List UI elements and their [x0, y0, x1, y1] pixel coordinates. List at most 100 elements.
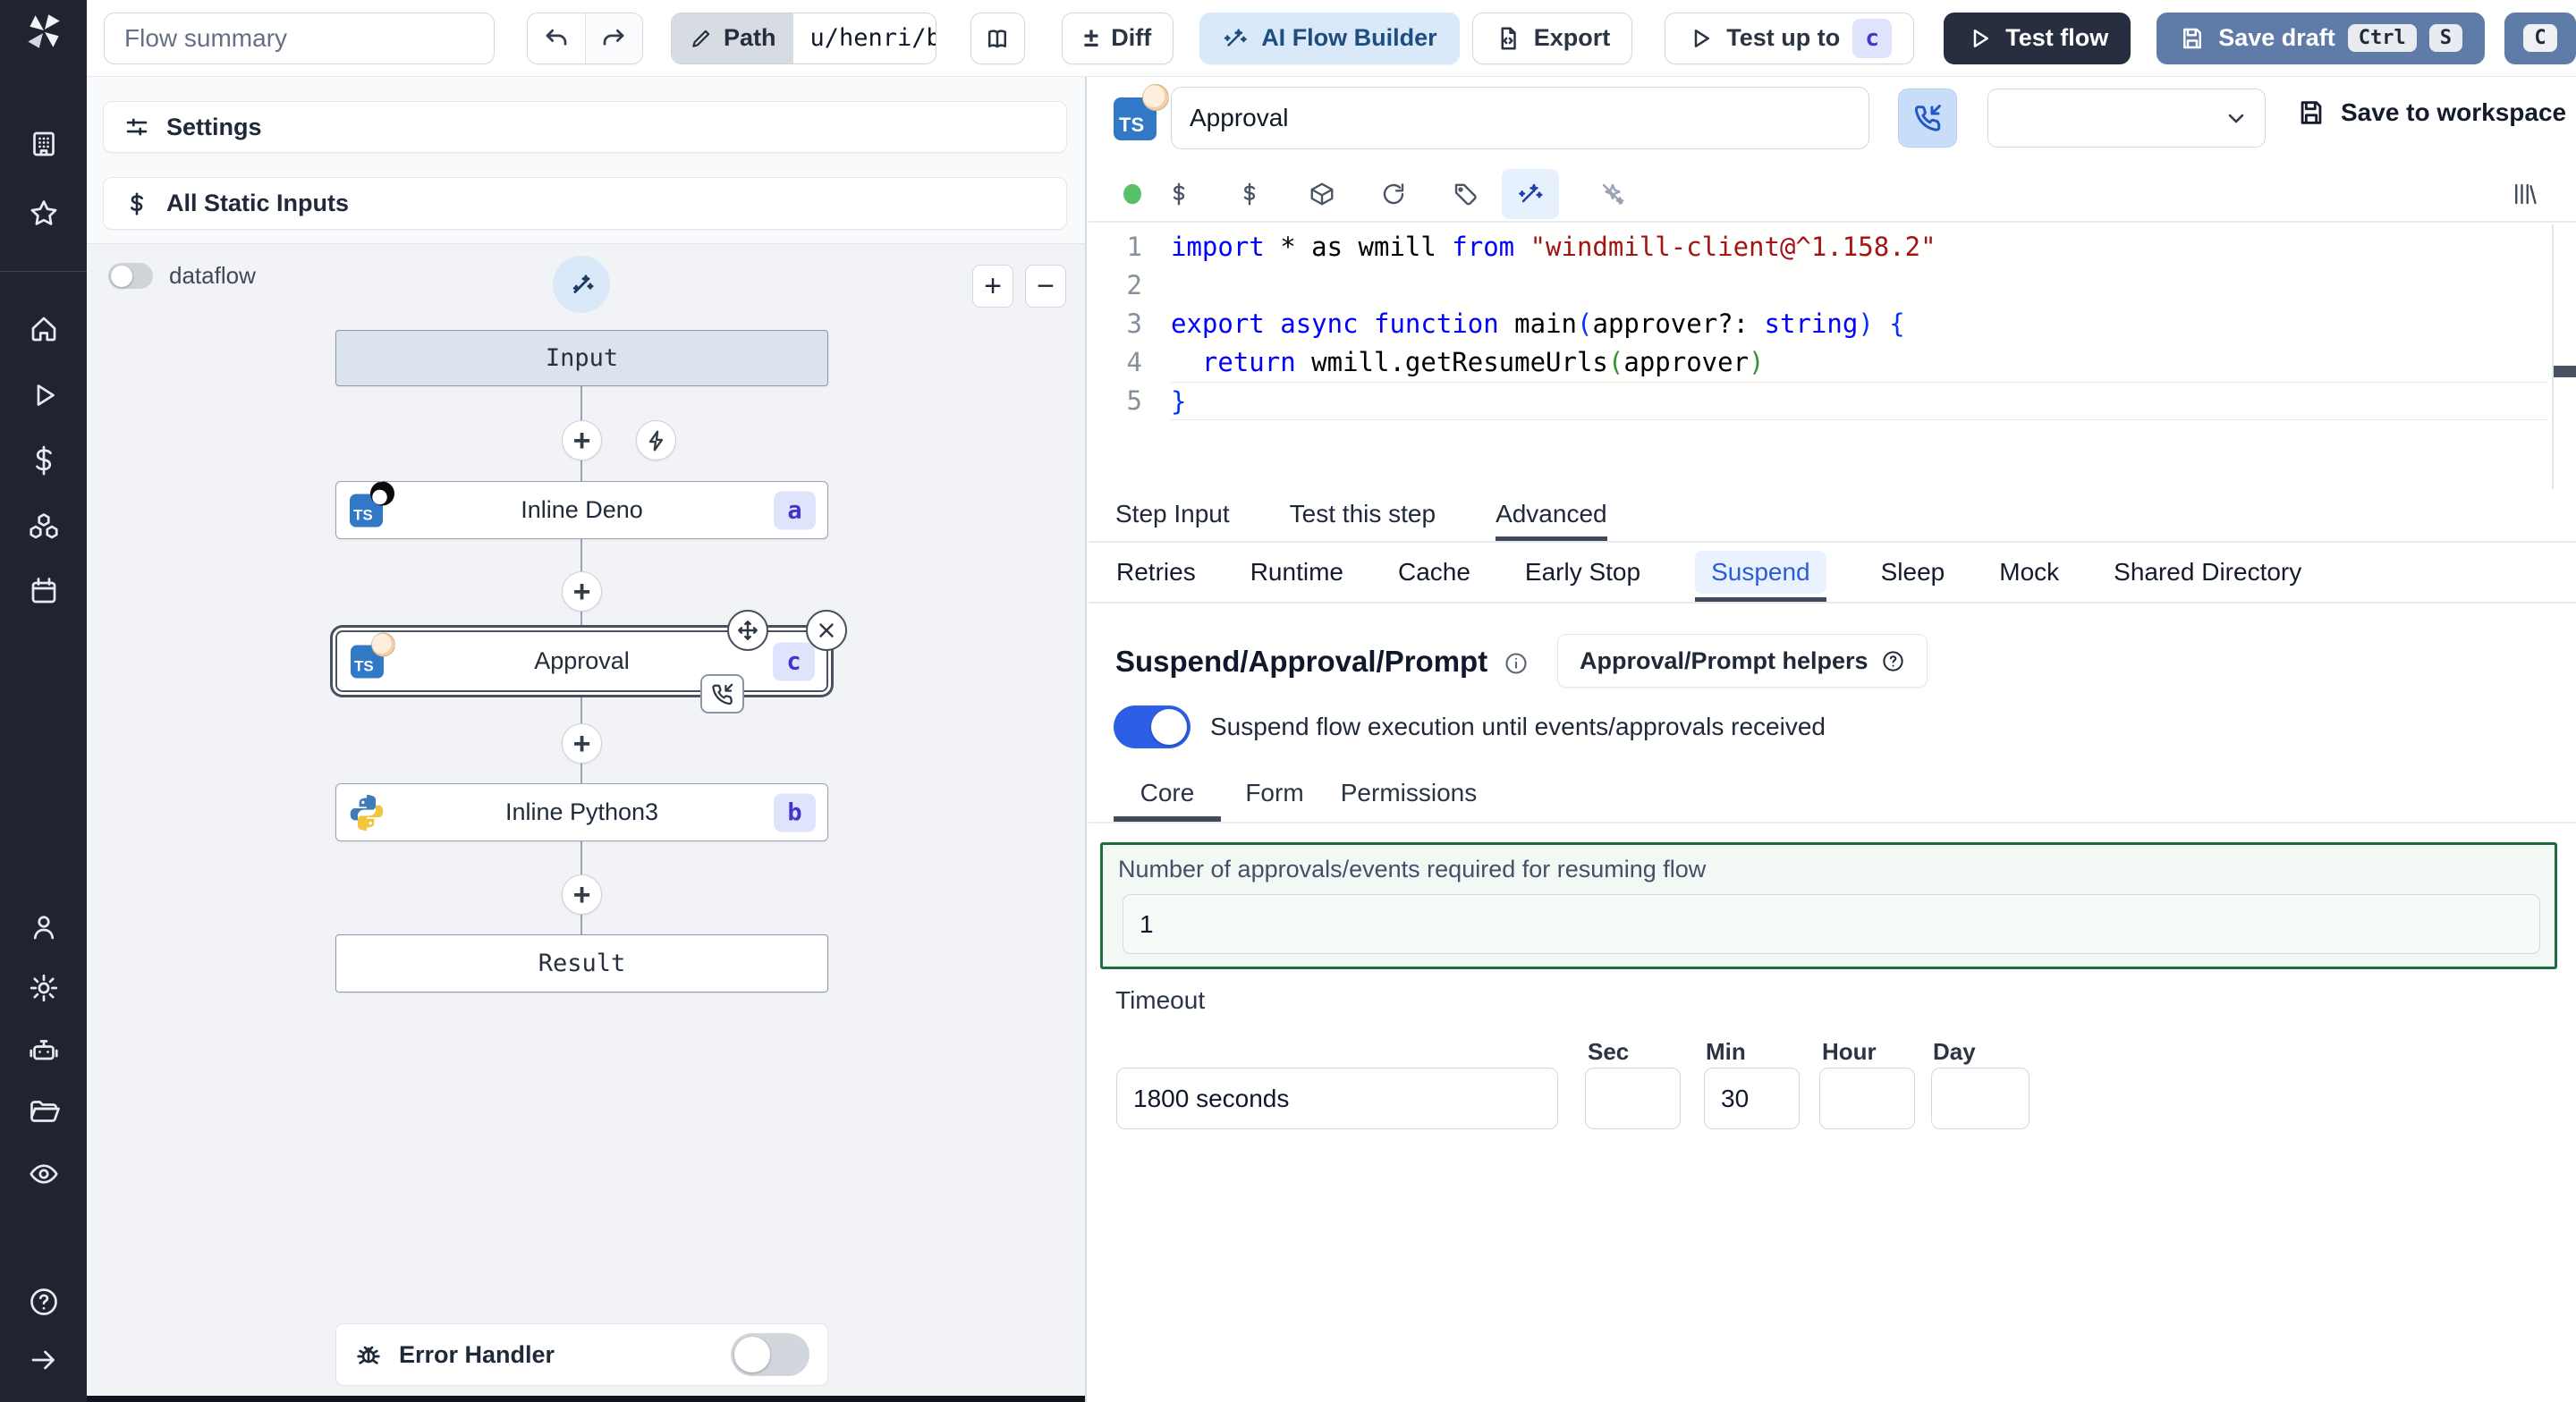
workers-robot-icon[interactable] — [25, 1032, 63, 1069]
workspace-icon[interactable] — [25, 125, 63, 163]
add-step-button[interactable]: + — [562, 420, 602, 460]
node-inline-deno[interactable]: TS Inline Deno a — [335, 481, 828, 539]
save-icon — [2301, 101, 2322, 124]
zoom-out-button[interactable]: − — [1025, 265, 1066, 308]
suspend-inner-tabs: Core Form Permissions — [1089, 766, 2576, 823]
editor-scrollbar[interactable] — [2552, 224, 2554, 489]
code-editor[interactable]: 12345 import * as wmill from "windmill-c… — [1089, 224, 2576, 489]
zoom-in-button[interactable]: + — [972, 265, 1013, 308]
all-static-inputs-button[interactable]: All Static Inputs — [103, 177, 1067, 230]
timeout-day-input[interactable] — [1931, 1068, 2029, 1129]
subtab-retries[interactable]: Retries — [1116, 543, 1196, 602]
typescript-badge: TS — [350, 481, 394, 527]
delete-step-button[interactable] — [806, 610, 847, 651]
error-handler-card[interactable]: Error Handler — [335, 1323, 828, 1386]
help-icon[interactable] — [25, 1283, 63, 1321]
test-flow-button[interactable]: Test flow — [1944, 12, 2131, 64]
library-icon[interactable] — [2510, 180, 2538, 208]
node-input[interactable]: Input — [335, 330, 828, 386]
suspend-toggle[interactable] — [1114, 705, 1191, 748]
move-step-button[interactable] — [727, 610, 768, 651]
folders-icon[interactable] — [25, 1093, 63, 1130]
timeout-hour-input[interactable] — [1819, 1068, 1915, 1129]
export-button[interactable]: Export — [1471, 12, 1633, 64]
deploy-overflow-button[interactable]: C — [2504, 12, 2576, 64]
ai-assistant-wand-button[interactable] — [1502, 169, 1559, 219]
subtab-suspend[interactable]: Suspend — [1695, 543, 1826, 602]
resources-dollar-icon[interactable] — [1235, 180, 1264, 208]
user-icon[interactable] — [25, 908, 63, 946]
subtab-early-stop[interactable]: Early Stop — [1525, 543, 1640, 602]
tab-permissions[interactable]: Permissions — [1328, 766, 1489, 822]
tab-core[interactable]: Core — [1114, 766, 1221, 822]
step-tabs: Step Input Test this step Advanced — [1089, 489, 2576, 543]
suspend-phone-indicator[interactable] — [700, 674, 744, 714]
diff-button[interactable]: ± Diff — [1061, 12, 1174, 64]
test-up-to-step-badge[interactable]: c — [1852, 18, 1893, 58]
tab-step-input[interactable]: Step Input — [1115, 489, 1230, 541]
save-to-workspace-button[interactable]: Save to workspace — [2296, 97, 2566, 128]
approvals-required-label: Number of approvals/events required for … — [1118, 856, 1707, 883]
timeout-min-input[interactable] — [1704, 1068, 1800, 1129]
schedules-calendar-icon[interactable] — [25, 572, 63, 610]
tab-test-this-step[interactable]: Test this step — [1290, 489, 1436, 541]
favorites-star-icon[interactable] — [25, 195, 63, 232]
audit-eye-icon[interactable] — [25, 1155, 63, 1193]
home-icon[interactable] — [25, 310, 63, 348]
tab-advanced[interactable]: Advanced — [1496, 489, 1607, 541]
redo-button[interactable] — [585, 13, 642, 63]
ai-flow-builder-button[interactable]: AI Flow Builder — [1199, 12, 1460, 64]
timeout-sec-input[interactable] — [1585, 1068, 1681, 1129]
script-version-select[interactable] — [1987, 89, 2266, 148]
step-name-input[interactable] — [1171, 87, 1869, 149]
approval-prompt-helpers-button[interactable]: Approval/Prompt helpers — [1557, 634, 1928, 688]
suspend-phone-button[interactable] — [1898, 89, 1957, 148]
code-lines: import * as wmill from "windmill-client@… — [1171, 228, 2548, 420]
typescript-badge: TS — [351, 632, 395, 678]
add-step-button[interactable]: + — [562, 874, 602, 915]
node-inline-python3[interactable]: Inline Python3 b — [335, 783, 828, 841]
undo-redo-group — [527, 12, 643, 64]
tab-form[interactable]: Form — [1221, 766, 1328, 822]
test-up-to-button[interactable]: Test up to c — [1665, 12, 1915, 64]
info-icon[interactable] — [1504, 649, 1529, 674]
add-step-button[interactable]: + — [562, 571, 602, 612]
ai-graph-wand-button[interactable] — [553, 256, 610, 313]
reload-icon[interactable] — [1379, 180, 1408, 208]
undo-button[interactable] — [528, 13, 586, 63]
docs-book-button[interactable] — [970, 12, 1025, 64]
error-handler-label: Error Handler — [399, 1340, 555, 1368]
sparkles-off-icon[interactable] — [1598, 180, 1627, 208]
subtab-shared-directory[interactable]: Shared Directory — [2114, 543, 2301, 602]
dataflow-toggle[interactable] — [108, 263, 153, 289]
subtab-cache[interactable]: Cache — [1398, 543, 1470, 602]
add-trigger-button[interactable] — [636, 420, 676, 460]
expand-arrow-icon[interactable] — [25, 1341, 63, 1379]
flow-settings-button[interactable]: Settings — [103, 101, 1067, 153]
subtab-mock[interactable]: Mock — [1999, 543, 2059, 602]
runs-play-icon[interactable] — [25, 376, 63, 414]
path-button[interactable]: Path — [671, 13, 794, 63]
format-tag-icon[interactable] — [1451, 180, 1479, 208]
path-value[interactable]: u/henri/bes — [793, 13, 936, 63]
resources-cubes-icon[interactable] — [25, 508, 63, 545]
variables-dollar-icon[interactable] — [1165, 180, 1193, 208]
code-gutter: 12345 — [1126, 232, 1142, 416]
timeout-input[interactable] — [1116, 1068, 1558, 1129]
node-result[interactable]: Result — [335, 934, 828, 992]
pencil-icon — [692, 30, 710, 47]
path-label: Path — [723, 24, 776, 51]
status-dot-icon — [1118, 180, 1147, 208]
variables-dollar-icon[interactable] — [25, 442, 63, 479]
save-draft-button[interactable]: Save draft Ctrl S — [2157, 12, 2486, 64]
flow-summary-input[interactable] — [104, 12, 496, 64]
error-handler-toggle[interactable] — [731, 1333, 809, 1376]
approvals-required-input[interactable] — [1123, 894, 2540, 954]
settings-gear-icon[interactable] — [25, 969, 63, 1007]
subtab-runtime[interactable]: Runtime — [1250, 543, 1343, 602]
package-icon[interactable] — [1308, 180, 1336, 208]
subtab-sleep[interactable]: Sleep — [1881, 543, 1945, 602]
add-step-button[interactable]: + — [562, 723, 602, 764]
magic-wand-icon — [572, 274, 594, 293]
editor-scrollbar-thumb[interactable] — [2554, 366, 2576, 377]
